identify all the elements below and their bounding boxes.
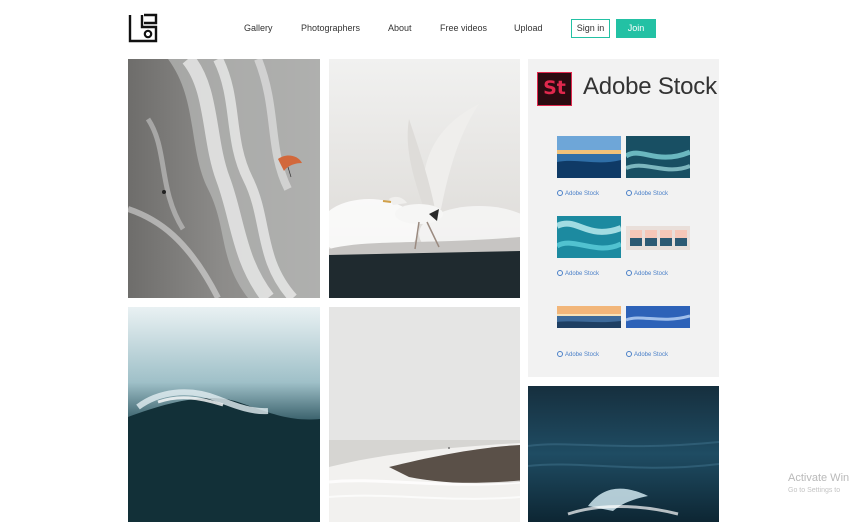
adobe-stock-logo-icon: St bbox=[537, 72, 572, 106]
info-icon bbox=[557, 351, 563, 357]
ad-thumbnail-4[interactable] bbox=[626, 226, 690, 250]
ad-thumbnail-caption-4[interactable]: Adobe Stock bbox=[626, 270, 668, 277]
nav-upload[interactable]: Upload bbox=[514, 23, 543, 33]
activate-windows-subtext: Go to Settings to bbox=[788, 487, 841, 494]
ad-thumbnail-2[interactable] bbox=[626, 136, 690, 178]
site-logo-icon[interactable] bbox=[128, 13, 158, 43]
gallery-photo-seagull[interactable] bbox=[329, 59, 520, 298]
ad-thumbnail-caption-5[interactable]: Adobe Stock bbox=[557, 351, 599, 358]
info-icon bbox=[626, 190, 632, 196]
info-icon bbox=[626, 270, 632, 276]
gallery-photo-aerial-surf[interactable] bbox=[128, 59, 320, 298]
ad-thumbnail-3[interactable] bbox=[557, 216, 621, 258]
ad-thumbnail-5[interactable] bbox=[557, 306, 621, 328]
nav-free-videos[interactable]: Free videos bbox=[440, 23, 487, 33]
info-icon bbox=[557, 270, 563, 276]
info-icon bbox=[626, 351, 632, 357]
gallery-photo-misty-beach[interactable] bbox=[329, 307, 520, 522]
ad-thumbnail-caption-2[interactable]: Adobe Stock bbox=[626, 190, 668, 197]
adobe-stock-ad[interactable]: St Adobe Stock Adobe Stock Adobe Stock A… bbox=[528, 59, 719, 377]
gallery-photo-deep-sea[interactable] bbox=[528, 386, 719, 522]
sign-in-button[interactable]: Sign in bbox=[571, 19, 610, 38]
ad-thumbnail-caption-1[interactable]: Adobe Stock bbox=[557, 190, 599, 197]
join-button[interactable]: Join bbox=[616, 19, 656, 38]
nav-gallery[interactable]: Gallery bbox=[244, 23, 273, 33]
ad-title: Adobe Stock bbox=[583, 73, 717, 100]
info-icon bbox=[557, 190, 563, 196]
gallery-photo-dark-wave[interactable] bbox=[128, 307, 320, 522]
nav-photographers[interactable]: Photographers bbox=[301, 23, 360, 33]
activate-windows-watermark: Activate Win bbox=[788, 472, 850, 484]
ad-thumbnail-caption-6[interactable]: Adobe Stock bbox=[626, 351, 668, 358]
ad-thumbnail-1[interactable] bbox=[557, 136, 621, 178]
ad-thumbnail-caption-3[interactable]: Adobe Stock bbox=[557, 270, 599, 277]
nav-about[interactable]: About bbox=[388, 23, 412, 33]
ad-thumbnail-6[interactable] bbox=[626, 306, 690, 328]
